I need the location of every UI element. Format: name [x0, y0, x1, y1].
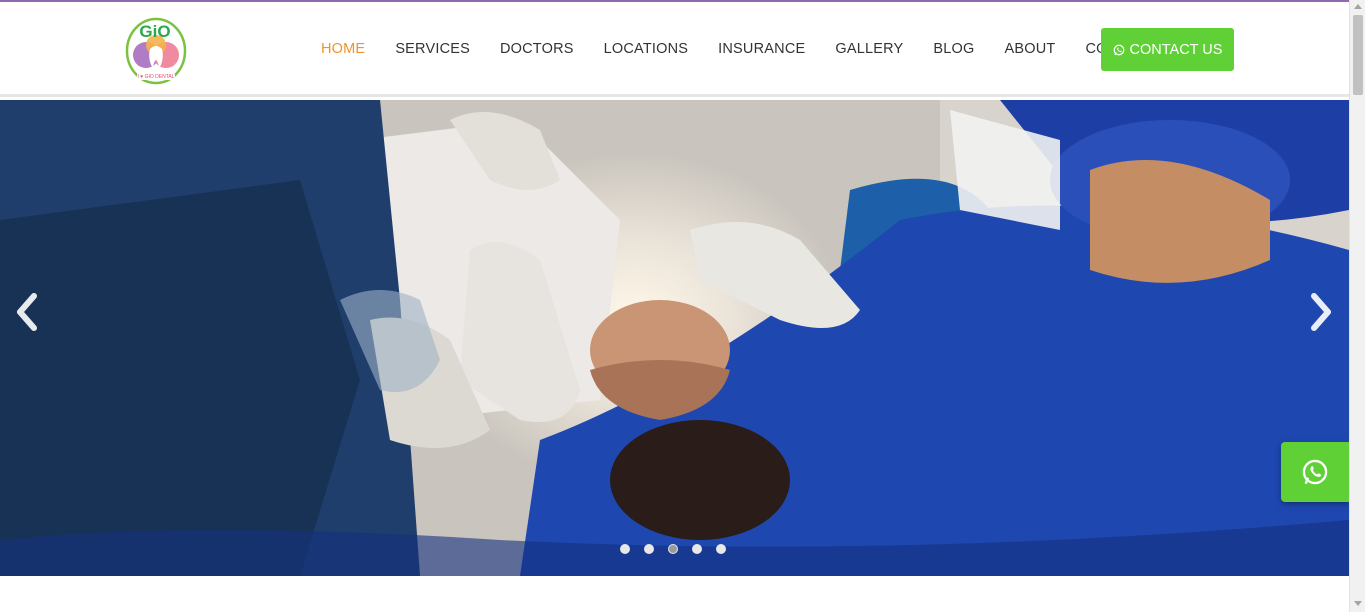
carousel-dot-1[interactable]	[620, 544, 630, 554]
logo-subtext: I ♥ GIO DENTAL	[137, 74, 174, 80]
carousel-prev-button[interactable]	[12, 290, 42, 334]
whatsapp-icon	[1113, 44, 1124, 55]
hero-image	[0, 100, 1349, 576]
nav-home[interactable]: HOME	[306, 41, 380, 57]
nav-about[interactable]: ABOUT	[989, 41, 1070, 57]
whatsapp-float-button[interactable]	[1281, 442, 1349, 502]
main-nav: HOME SERVICES DOCTORS LOCATIONS INSURANC…	[306, 27, 1171, 71]
carousel-indicators	[620, 544, 726, 554]
site-header: GiO I ♥ GIO DENTAL HOME SERVICES DOCTORS…	[0, 2, 1349, 97]
carousel-dot-4[interactable]	[692, 544, 702, 554]
carousel-next-button[interactable]	[1306, 290, 1336, 334]
nav-insurance[interactable]: INSURANCE	[703, 41, 820, 57]
logo[interactable]: GiO I ♥ GIO DENTAL	[124, 15, 188, 85]
logo-graphic: GiO I ♥ GIO DENTAL	[125, 17, 187, 85]
whatsapp-icon	[1302, 459, 1328, 485]
hero-carousel	[0, 100, 1349, 576]
chevron-left-icon	[17, 293, 37, 331]
carousel-dot-2[interactable]	[644, 544, 654, 554]
nav-doctors[interactable]: DOCTORS	[485, 41, 589, 57]
nav-gallery[interactable]: GALLERY	[820, 41, 918, 57]
contact-us-label: CONTACT US	[1129, 41, 1223, 58]
contact-us-button[interactable]: CONTACT US	[1101, 28, 1234, 71]
carousel-dot-5[interactable]	[716, 544, 726, 554]
page-scrollbar[interactable]	[1349, 0, 1365, 612]
carousel-dot-3[interactable]	[668, 544, 678, 554]
logo-text: GiO	[139, 22, 170, 41]
scroll-down-arrow[interactable]	[1354, 601, 1362, 606]
nav-locations[interactable]: LOCATIONS	[589, 41, 704, 57]
scroll-up-arrow[interactable]	[1354, 4, 1362, 9]
nav-services[interactable]: SERVICES	[380, 41, 485, 57]
nav-blog[interactable]: BLOG	[918, 41, 989, 57]
scroll-thumb[interactable]	[1353, 15, 1363, 95]
chevron-right-icon	[1311, 293, 1331, 331]
